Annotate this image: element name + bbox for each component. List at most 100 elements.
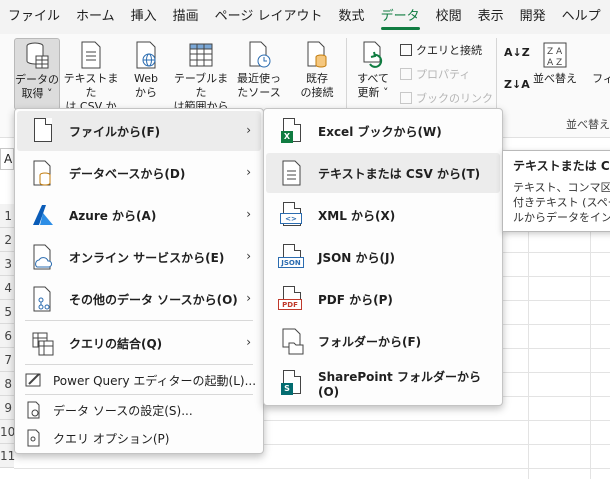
queries-icon xyxy=(400,44,412,56)
text-csv-button[interactable]: テキストまた は CSV から xyxy=(60,38,122,127)
properties-icon xyxy=(400,68,412,80)
menu-item-from-database[interactable]: データベースから(D) › xyxy=(17,153,261,193)
xml-icon: <> xyxy=(280,201,304,229)
existing-connections-icon xyxy=(304,40,330,70)
recent-sources-button[interactable]: 最近使っ たソース xyxy=(234,38,284,110)
row-header-11[interactable]: 11 xyxy=(0,444,15,468)
tab-page-layout[interactable]: ページ レイアウト xyxy=(207,0,331,34)
query-options-icon xyxy=(25,429,43,447)
menu-item-from-online-services[interactable]: オンライン サービスから(E) › xyxy=(17,237,261,277)
row-header-2[interactable]: 2 xyxy=(0,228,14,252)
tooltip-title: テキストまたは CSV xyxy=(513,159,610,173)
menu-item-text-csv[interactable]: テキストまたは CSV から(T) xyxy=(266,153,500,193)
menu-bar: ファイル ホーム 挿入 描画 ページ レイアウト 数式 データ 校閲 表示 開発… xyxy=(0,0,610,34)
chevron-right-icon: › xyxy=(246,291,251,305)
chevron-right-icon: › xyxy=(246,165,251,179)
name-box[interactable]: A xyxy=(0,148,14,170)
filter-icon xyxy=(590,40,610,70)
row-header-8[interactable]: 8 xyxy=(0,372,14,396)
get-data-label-2: 取得 ˅ xyxy=(21,87,53,100)
menu-item-sharepoint-folder[interactable]: S SharePoint フォルダーから(O) xyxy=(266,363,500,403)
sort-group-label: 並べ替え xyxy=(566,118,610,131)
menu-item-launch-power-query[interactable]: Power Query エディターの起動(L)... xyxy=(17,367,261,393)
web-label-1: Web xyxy=(134,72,158,85)
row-header-4[interactable]: 4 xyxy=(0,276,14,300)
filter-button[interactable]: フィ xyxy=(588,38,610,110)
menu-item-xml[interactable]: <> XML から(X) xyxy=(266,195,500,235)
from-file-submenu: X Excel ブックから(W) テキストまたは CSV から(T) <> XM… xyxy=(263,108,503,406)
tab-help[interactable]: ヘルプ xyxy=(554,0,609,34)
text-file-icon xyxy=(78,40,104,70)
excel-icon: X xyxy=(280,117,304,145)
refresh-icon xyxy=(360,40,386,70)
text-csv-tooltip: テキストまたは CSV テキスト、コンマ区切り 付きテキスト (スペー ルからデ… xyxy=(502,150,610,232)
menu-item-from-file[interactable]: ファイルから(F) › xyxy=(17,111,261,151)
menu-item-from-other-sources[interactable]: その他のデータ ソースから(O) › xyxy=(17,279,261,319)
menu-item-pdf[interactable]: PDF PDF から(P) xyxy=(266,279,500,319)
links-icon xyxy=(400,92,412,104)
table-label-1: テーブルまた xyxy=(173,72,229,99)
tooltip-line-2: 付きテキスト (スペー xyxy=(513,196,610,209)
tab-formulas[interactable]: 数式 xyxy=(331,0,373,34)
tab-draw[interactable]: 描画 xyxy=(165,0,207,34)
tab-developer[interactable]: 開発 xyxy=(512,0,554,34)
chevron-right-icon: › xyxy=(246,123,251,137)
menu-item-combine-queries[interactable]: クエリの結合(Q) › xyxy=(17,323,261,363)
existing-label-1: 既存 xyxy=(306,72,328,85)
web-button[interactable]: Web から xyxy=(124,38,168,110)
recent-label-1: 最近使っ xyxy=(237,72,281,85)
existing-label-2: の接続 xyxy=(300,86,334,99)
power-query-icon xyxy=(25,371,43,389)
pdf-icon: PDF xyxy=(278,285,304,313)
tab-file[interactable]: ファイル xyxy=(0,0,68,34)
tab-view[interactable]: 表示 xyxy=(470,0,512,34)
row-header-6[interactable]: 6 xyxy=(0,324,14,348)
workbook-links-button[interactable]: ブックのリンク xyxy=(400,90,493,108)
sort-za-button[interactable]: Z↓A xyxy=(504,76,530,94)
sort-icon: Z AA Z xyxy=(542,40,568,70)
row-header-3[interactable]: 3 xyxy=(0,252,14,276)
text-csv-label-1: テキストまた xyxy=(63,72,119,99)
row-header-7[interactable]: 7 xyxy=(0,348,14,372)
tooltip-line-3: ルからデータをインポー xyxy=(513,211,610,224)
get-data-button[interactable]: データの 取得 ˅ xyxy=(14,38,60,110)
sort-label: 並べ替え xyxy=(533,72,577,85)
menu-item-folder[interactable]: フォルダーから(F) xyxy=(266,321,500,361)
existing-connections-button[interactable]: 既存 の接続 xyxy=(292,38,342,110)
tab-home[interactable]: ホーム xyxy=(68,0,123,34)
tab-review[interactable]: 校閲 xyxy=(428,0,470,34)
chevron-right-icon: › xyxy=(246,335,251,349)
refresh-label-1: すべて xyxy=(357,72,389,85)
refresh-all-button[interactable]: すべて 更新 ˅ xyxy=(350,38,396,110)
datasource-settings-icon xyxy=(25,401,43,419)
tooltip-line-1: テキスト、コンマ区切り xyxy=(513,181,610,194)
row-header-1[interactable]: 1 xyxy=(0,204,14,228)
properties-button[interactable]: プロパティ xyxy=(400,66,470,84)
queries-connections-button[interactable]: クエリと接続 xyxy=(400,42,482,60)
web-label-2: から xyxy=(135,86,157,99)
menu-item-from-azure[interactable]: Azure から(A) › xyxy=(17,195,261,235)
sort-az-button[interactable]: A↓Z xyxy=(504,44,530,62)
get-data-menu: ファイルから(F) › データベースから(D) › Azure から(A) › … xyxy=(14,108,264,454)
merge-query-icon xyxy=(31,329,55,357)
recent-label-2: たソース xyxy=(237,86,281,99)
web-icon xyxy=(133,40,159,70)
tab-data[interactable]: データ xyxy=(373,0,428,34)
other-source-icon xyxy=(31,285,55,313)
row-header-9[interactable]: 9 xyxy=(0,396,14,420)
table-range-button[interactable]: テーブルまた は範囲から xyxy=(170,38,232,113)
folder-icon xyxy=(280,327,304,355)
recent-sources-icon xyxy=(246,40,272,70)
menu-item-json[interactable]: JSON JSON から(J) xyxy=(266,237,500,277)
menu-item-excel-workbook[interactable]: X Excel ブックから(W) xyxy=(266,111,500,151)
row-header-5[interactable]: 5 xyxy=(0,300,14,324)
chevron-right-icon: › xyxy=(246,207,251,221)
sort-button[interactable]: Z AA Z 並べ替え xyxy=(530,38,580,110)
file-icon xyxy=(31,117,55,145)
menu-item-datasource-settings[interactable]: データ ソースの設定(S)... xyxy=(17,397,261,423)
refresh-label-2: 更新 ˅ xyxy=(357,86,389,99)
menu-item-query-options[interactable]: クエリ オプション(P) xyxy=(17,425,261,451)
tab-insert[interactable]: 挿入 xyxy=(123,0,165,34)
row-header-10[interactable]: 10 xyxy=(0,420,15,444)
json-icon: JSON xyxy=(278,243,304,271)
